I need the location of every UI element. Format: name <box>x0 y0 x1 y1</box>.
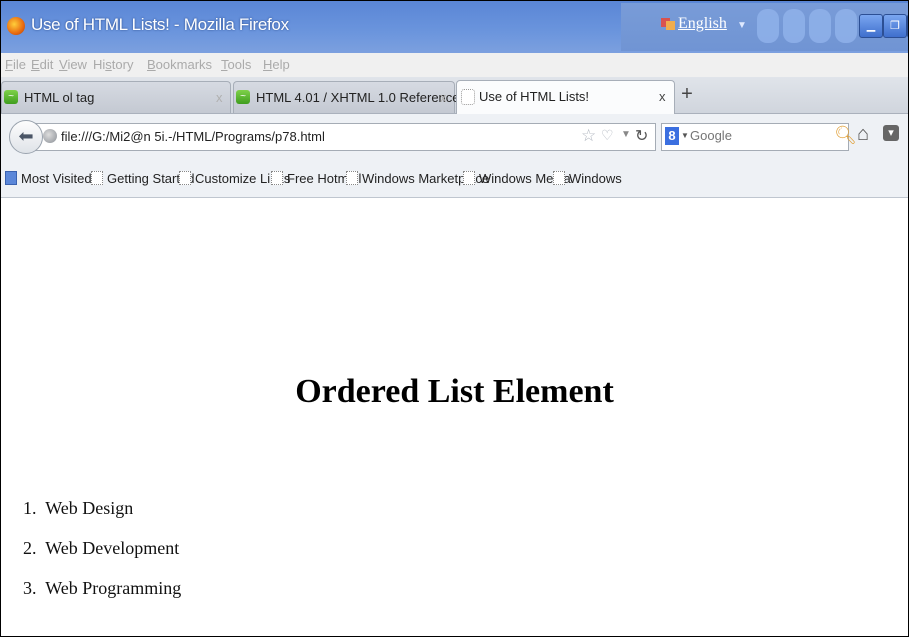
tab-label: HTML 4.01 / XHTML 1.0 Reference <box>256 90 460 105</box>
home-icon[interactable]: ⌂ <box>857 123 869 146</box>
pocket-save-icon[interactable]: ♡ <box>601 127 614 144</box>
url-bar[interactable]: file:///G:/Mi2@n 5i.-/HTML/Programs/p78.… <box>35 123 656 151</box>
tray-button[interactable] <box>835 9 857 43</box>
window-title: Use of HTML Lists! - Mozilla Firefox <box>31 15 289 34</box>
minimize-icon[interactable]: ▁ <box>859 14 883 38</box>
navigation-bar: file:///G:/Mi2@n 5i.-/HTML/Programs/p78.… <box>1 114 908 159</box>
close-tab-icon[interactable]: x <box>659 89 666 104</box>
tray-button[interactable] <box>809 9 831 43</box>
star-bookmark-icon[interactable]: ☆ <box>581 126 596 146</box>
language-selector[interactable]: English <box>678 15 727 33</box>
pocket-icon[interactable]: ▾ <box>883 125 899 141</box>
page-heading: Ordered List Element <box>295 373 614 410</box>
page-content: Ordered List Element 1. Web Design 2. We… <box>1 198 908 636</box>
tab-html-reference[interactable]: ~ HTML 4.01 / XHTML 1.0 Reference x <box>233 81 460 113</box>
blank-page-icon <box>553 171 565 185</box>
ordered-list: 1. Web Design 2. Web Development 3. Web … <box>23 488 181 608</box>
w3schools-favicon-icon: ~ <box>236 90 250 104</box>
search-icon[interactable]: 🔍︎ <box>834 125 857 146</box>
blank-page-icon <box>461 89 475 105</box>
bookmark-most-visited[interactable]: Most Visited <box>5 171 92 186</box>
search-box[interactable]: 8 ▼ 🔍︎ <box>661 123 857 151</box>
menu-help[interactable]: Help <box>263 57 290 72</box>
tab-html-ol-tag[interactable]: ~ HTML ol tag x <box>1 81 231 113</box>
menu-edit[interactable]: Edit <box>31 57 53 72</box>
search-input[interactable] <box>690 128 810 143</box>
close-tab-icon[interactable]: x <box>216 90 223 105</box>
url-text[interactable]: file:///G:/Mi2@n 5i.-/HTML/Programs/p78.… <box>61 129 325 144</box>
blank-page-icon <box>463 171 475 185</box>
menu-file[interactable]: File <box>5 57 26 72</box>
menu-view[interactable]: View <box>59 57 87 72</box>
reload-icon[interactable]: ↻ <box>635 126 648 146</box>
tab-label: HTML ol tag <box>24 90 95 105</box>
w3schools-favicon-icon: ~ <box>4 90 18 104</box>
list-item: 1. Web Design <box>23 498 134 518</box>
menu-bookmarks[interactable]: Bookmarks <box>147 57 212 72</box>
chevron-down-icon[interactable]: ▼ <box>681 131 689 140</box>
tab-label: Use of HTML Lists! <box>479 89 590 104</box>
menu-history[interactable]: History <box>93 57 133 72</box>
bookmarks-toolbar: Most Visited Getting Started Customize L… <box>1 159 908 198</box>
new-tab-button[interactable]: + <box>678 84 696 104</box>
blank-page-icon <box>346 171 358 185</box>
tab-use-of-html-lists[interactable]: Use of HTML Lists! x <box>456 80 675 114</box>
blank-page-icon <box>91 171 103 185</box>
list-item: 2. Web Development <box>23 538 180 558</box>
title-bar: Use of HTML Lists! - Mozilla Firefox Eng… <box>1 1 908 53</box>
tab-bar: ~ HTML ol tag x ~ HTML 4.01 / XHTML 1.0 … <box>1 77 908 114</box>
bookmark-folder-icon <box>5 171 17 185</box>
list-item: 3. Web Programming <box>23 578 182 598</box>
google-search-engine-icon[interactable]: 8 <box>665 127 679 145</box>
site-identity-icon[interactable] <box>43 129 57 143</box>
browser-window: Use of HTML Lists! - Mozilla Firefox Eng… <box>0 0 909 637</box>
chevron-down-icon[interactable]: ▼ <box>621 129 631 140</box>
firefox-logo-icon[interactable] <box>7 17 25 35</box>
blank-page-icon <box>179 171 191 185</box>
back-button[interactable]: ⬅ <box>9 120 43 154</box>
tray-button[interactable] <box>757 9 779 43</box>
language-icon[interactable] <box>661 17 675 31</box>
tray-button[interactable] <box>783 9 805 43</box>
bookmark-windows[interactable]: Windows <box>553 171 622 186</box>
menu-tools[interactable]: Tools <box>221 57 251 72</box>
menu-bar: File Edit View History Bookmarks Tools H… <box>1 53 908 77</box>
chevron-down-icon[interactable]: ▼ <box>737 20 747 31</box>
blank-page-icon <box>271 171 283 185</box>
close-tab-icon[interactable]: x <box>440 90 447 105</box>
restore-icon[interactable]: ❐ <box>883 14 907 38</box>
